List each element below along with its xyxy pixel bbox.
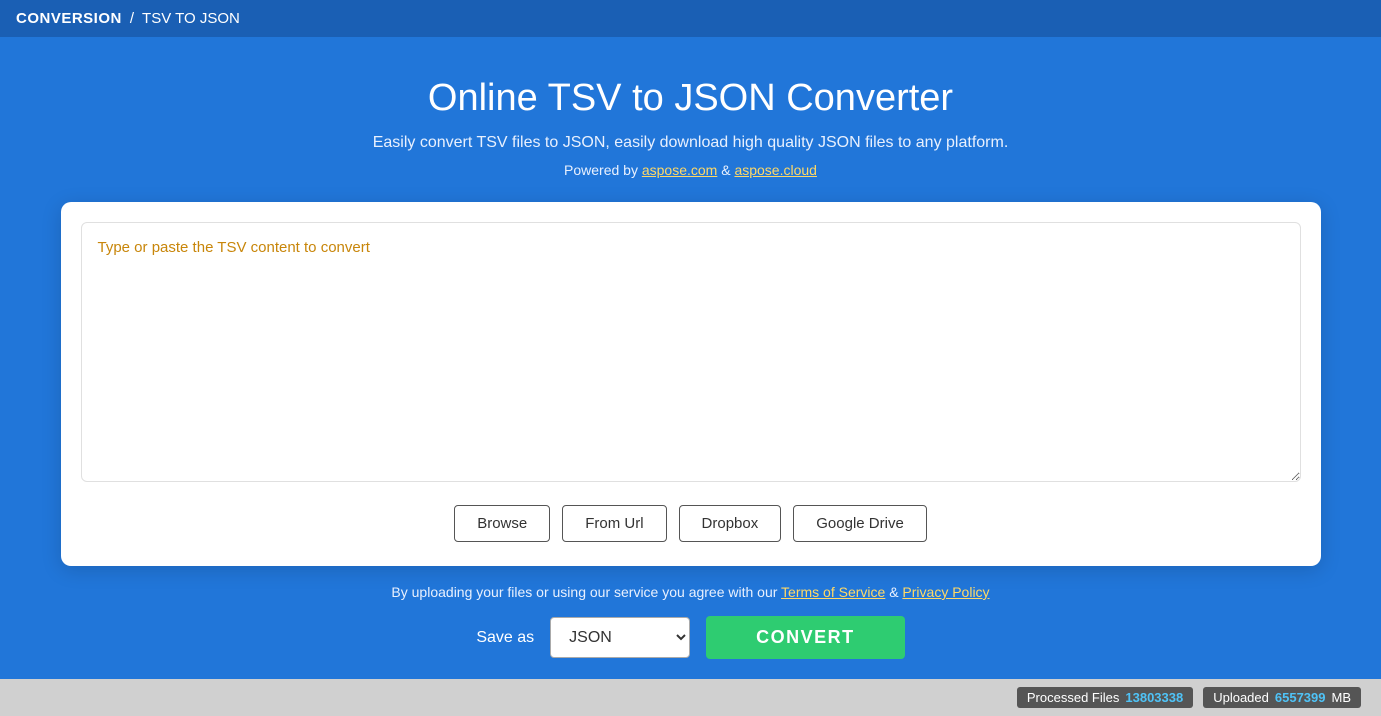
breadcrumb-separator: / bbox=[130, 10, 134, 27]
from-url-button[interactable]: From Url bbox=[562, 505, 666, 542]
processed-files-label: Processed Files bbox=[1027, 690, 1119, 705]
convert-row: Save as JSONXMLCSVXLSX CONVERT bbox=[476, 616, 904, 659]
aspose-cloud-link[interactable]: aspose.cloud bbox=[734, 162, 817, 178]
breadcrumb-conversion[interactable]: CONVERSION bbox=[16, 10, 122, 27]
powered-by-prefix: Powered by bbox=[564, 162, 642, 178]
aspose-com-link[interactable]: aspose.com bbox=[642, 162, 717, 178]
format-select[interactable]: JSONXMLCSVXLSX bbox=[550, 617, 690, 658]
breadcrumb-current: TSV TO JSON bbox=[142, 10, 240, 27]
uploaded-unit: MB bbox=[1332, 690, 1352, 705]
tsv-input[interactable] bbox=[81, 222, 1301, 482]
uploaded-label: Uploaded bbox=[1213, 690, 1269, 705]
uploaded-stat: Uploaded 6557399 MB bbox=[1203, 687, 1361, 708]
terms-prefix: By uploading your files or using our ser… bbox=[391, 584, 781, 600]
uploaded-value: 6557399 bbox=[1275, 690, 1326, 705]
terms-ampersand: & bbox=[889, 584, 902, 600]
google-drive-button[interactable]: Google Drive bbox=[793, 505, 927, 542]
ampersand: & bbox=[721, 162, 734, 178]
browse-button[interactable]: Browse bbox=[454, 505, 550, 542]
privacy-link[interactable]: Privacy Policy bbox=[902, 584, 989, 600]
page-subtitle: Easily convert TSV files to JSON, easily… bbox=[373, 134, 1009, 152]
upload-buttons-row: Browse From Url Dropbox Google Drive bbox=[81, 505, 1301, 542]
footer-bar: Processed Files 13803338 Uploaded 655739… bbox=[0, 679, 1381, 716]
dropbox-button[interactable]: Dropbox bbox=[679, 505, 782, 542]
save-as-label: Save as bbox=[476, 629, 534, 647]
main-content: Online TSV to JSON Converter Easily conv… bbox=[0, 37, 1381, 679]
converter-card: Browse From Url Dropbox Google Drive bbox=[61, 202, 1321, 566]
terms-row: By uploading your files or using our ser… bbox=[391, 584, 989, 600]
processed-files-value: 13803338 bbox=[1125, 690, 1183, 705]
top-bar: CONVERSION / TSV TO JSON bbox=[0, 0, 1381, 37]
page-title: Online TSV to JSON Converter bbox=[428, 77, 953, 120]
processed-files-stat: Processed Files 13803338 bbox=[1017, 687, 1193, 708]
powered-by-text: Powered by aspose.com & aspose.cloud bbox=[564, 162, 817, 178]
convert-button[interactable]: CONVERT bbox=[706, 616, 905, 659]
tos-link[interactable]: Terms of Service bbox=[781, 584, 885, 600]
